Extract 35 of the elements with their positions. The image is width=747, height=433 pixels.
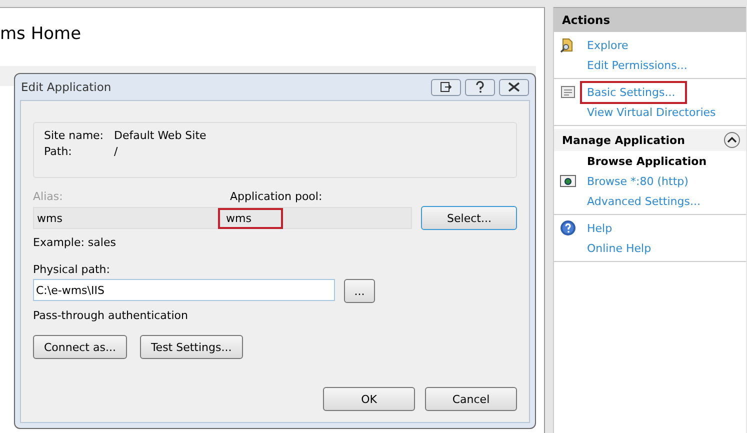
actions-title: Actions: [554, 8, 746, 32]
browse-button[interactable]: ...: [344, 279, 375, 303]
form-window-icon: [560, 84, 576, 100]
help-icon: [560, 220, 576, 236]
info-value: Default Web Site: [114, 129, 206, 142]
action-link[interactable]: Browse *:80 (http): [584, 174, 692, 188]
action-link[interactable]: Help: [584, 220, 616, 236]
action-link[interactable]: Advanced Settings...: [584, 194, 704, 208]
action-link[interactable]: Edit Permissions...: [584, 58, 690, 72]
ok-button[interactable]: OK: [323, 387, 415, 411]
info-value: /: [114, 145, 118, 158]
info-label: Site name:: [44, 129, 105, 142]
auth-text: Pass-through authentication: [33, 309, 189, 322]
action-link[interactable]: Online Help: [584, 240, 654, 256]
app-pool-label: Application pool:: [230, 190, 322, 203]
group-label: Browse Application: [586, 154, 708, 168]
action-button[interactable]: Test Settings...: [140, 335, 243, 359]
action-link[interactable]: View Virtual Directories: [584, 104, 719, 120]
close-icon[interactable]: [499, 78, 529, 96]
select-button[interactable]: Select...: [421, 206, 517, 230]
section-title: Manage Application: [562, 134, 685, 146]
action-button[interactable]: Connect as...: [33, 335, 127, 359]
info-label: Path:: [44, 145, 73, 158]
cancel-button[interactable]: Cancel: [425, 387, 517, 411]
page-title: ms Home: [0, 23, 82, 46]
dialog-title: Edit Application: [21, 80, 112, 94]
action-link[interactable]: Explore: [584, 38, 632, 52]
collapse-icon[interactable]: [724, 132, 740, 148]
physical-path-field[interactable]: C:\e-wms\IIS: [33, 279, 335, 301]
physical-path-label: Physical path:: [33, 263, 111, 276]
alias-label: Alias:: [33, 190, 64, 203]
help-icon[interactable]: [465, 78, 495, 96]
app-pool-field[interactable]: wms: [220, 210, 282, 226]
exit-icon[interactable]: [431, 78, 461, 96]
example-text: Example: sales: [33, 236, 117, 249]
